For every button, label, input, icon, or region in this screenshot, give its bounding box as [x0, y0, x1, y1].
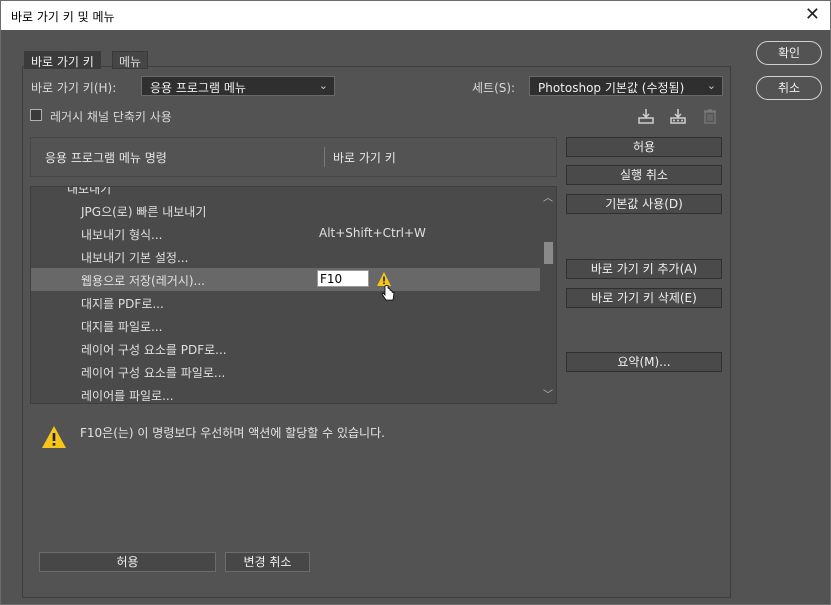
- list-item-name: JPG으(로) 빠른 내보내기: [81, 205, 207, 219]
- list-item-name: 내보내기: [67, 186, 112, 196]
- list-item[interactable]: 내보내기 기본 설정...: [31, 245, 541, 268]
- trash-icon[interactable]: [701, 107, 719, 125]
- set-select[interactable]: Photoshop 기본값 (수정됨) ⌄: [529, 76, 723, 96]
- title-bar: 바로 가기 키 및 메뉴 ✕: [0, 0, 831, 30]
- shortcut-for-select[interactable]: 응용 프로그램 메뉴 ⌄: [141, 76, 335, 96]
- set-value: Photoshop 기본값 (수정됨): [538, 81, 685, 95]
- add-shortcut-button[interactable]: 바로 가기 키 추가(A): [566, 259, 722, 279]
- bottom-accept-button[interactable]: 허용: [39, 552, 216, 572]
- list-item-name: 대지를 파일로...: [81, 320, 163, 334]
- list-item-name: 레이어 구성 요소를 PDF로...: [81, 343, 227, 357]
- list-item[interactable]: 내보내기: [31, 186, 541, 199]
- save-set-as-icon[interactable]: [669, 107, 687, 125]
- list-item-name: 내보내기 기본 설정...: [81, 251, 189, 265]
- close-icon[interactable]: ✕: [805, 4, 820, 25]
- list-scrollbar[interactable]: ︿ ﹀: [540, 187, 556, 403]
- warning-icon: [42, 426, 66, 448]
- list-item[interactable]: 레이어를 파일로...: [31, 383, 541, 403]
- undo-changes-button[interactable]: 변경 취소: [225, 552, 310, 572]
- scrollbar-thumb[interactable]: [544, 242, 553, 264]
- use-default-button[interactable]: 기본값 사용(D): [566, 194, 722, 214]
- list-item-name: 대지를 PDF로...: [81, 297, 164, 311]
- list-item[interactable]: 레이어 구성 요소를 파일로...: [31, 360, 541, 383]
- list-item[interactable]: 레이어 구성 요소를 PDF로...: [31, 337, 541, 360]
- list-item[interactable]: 내보내기 형식... Alt+Shift+Ctrl+W: [31, 222, 541, 245]
- list-item-name: 내보내기 형식...: [81, 228, 163, 242]
- legacy-channel-label: 레거시 채널 단축키 사용: [50, 110, 172, 124]
- accept-button[interactable]: 허용: [566, 137, 722, 157]
- list-item[interactable]: 대지를 PDF로...: [31, 291, 541, 314]
- scroll-up-icon[interactable]: ︿: [543, 189, 553, 204]
- undo-button[interactable]: 실행 취소: [566, 165, 722, 185]
- chevron-down-icon: ⌄: [706, 79, 716, 92]
- column-header-shortcut: 바로 가기 키: [333, 151, 396, 165]
- set-label: 세트(S):: [472, 81, 516, 95]
- shortcut-for-value: 응용 프로그램 메뉴: [150, 81, 246, 95]
- legacy-channel-checkbox[interactable]: [30, 109, 42, 121]
- ok-button[interactable]: 확인: [756, 41, 822, 65]
- list-item-name: 웹용으로 저장(레거시)...: [81, 274, 205, 288]
- window-title: 바로 가기 키 및 메뉴: [11, 10, 115, 24]
- scroll-down-icon[interactable]: ﹀: [543, 386, 553, 401]
- list-item[interactable]: JPG으(로) 빠른 내보내기: [31, 199, 541, 222]
- tab-shortcuts[interactable]: 바로 가기 키: [24, 51, 101, 69]
- list-item-name: 레이어 구성 요소를 파일로...: [81, 366, 226, 380]
- list-item-name: 레이어를 파일로...: [81, 389, 174, 403]
- cancel-button[interactable]: 취소: [756, 76, 822, 100]
- table-header: 응용 프로그램 메뉴 명령 바로 가기 키: [30, 137, 557, 177]
- list-item-selected[interactable]: 웹용으로 저장(레거시)... F10: [31, 268, 541, 301]
- list-item[interactable]: 대지를 파일로...: [31, 314, 541, 337]
- list-item-shortcut: Alt+Shift+Ctrl+W: [319, 226, 426, 240]
- shortcut-for-label: 바로 가기 키(H):: [31, 81, 117, 95]
- command-list[interactable]: 내보내기 JPG으(로) 빠른 내보내기 내보내기 형식... Alt+Shif…: [30, 186, 557, 404]
- summarize-button[interactable]: 요약(M)...: [566, 352, 722, 372]
- conflict-warning-text: F10은(는) 이 명령보다 우선하며 액션에 할당할 수 있습니다.: [80, 426, 385, 440]
- save-set-icon[interactable]: [637, 107, 655, 125]
- shortcut-input[interactable]: F10: [317, 270, 369, 287]
- chevron-down-icon: ⌄: [318, 79, 328, 92]
- column-divider: [324, 147, 325, 167]
- delete-shortcut-button[interactable]: 바로 가기 키 삭제(E): [566, 288, 722, 308]
- column-header-command: 응용 프로그램 메뉴 명령: [45, 151, 167, 165]
- tab-menus[interactable]: 메뉴: [112, 51, 149, 69]
